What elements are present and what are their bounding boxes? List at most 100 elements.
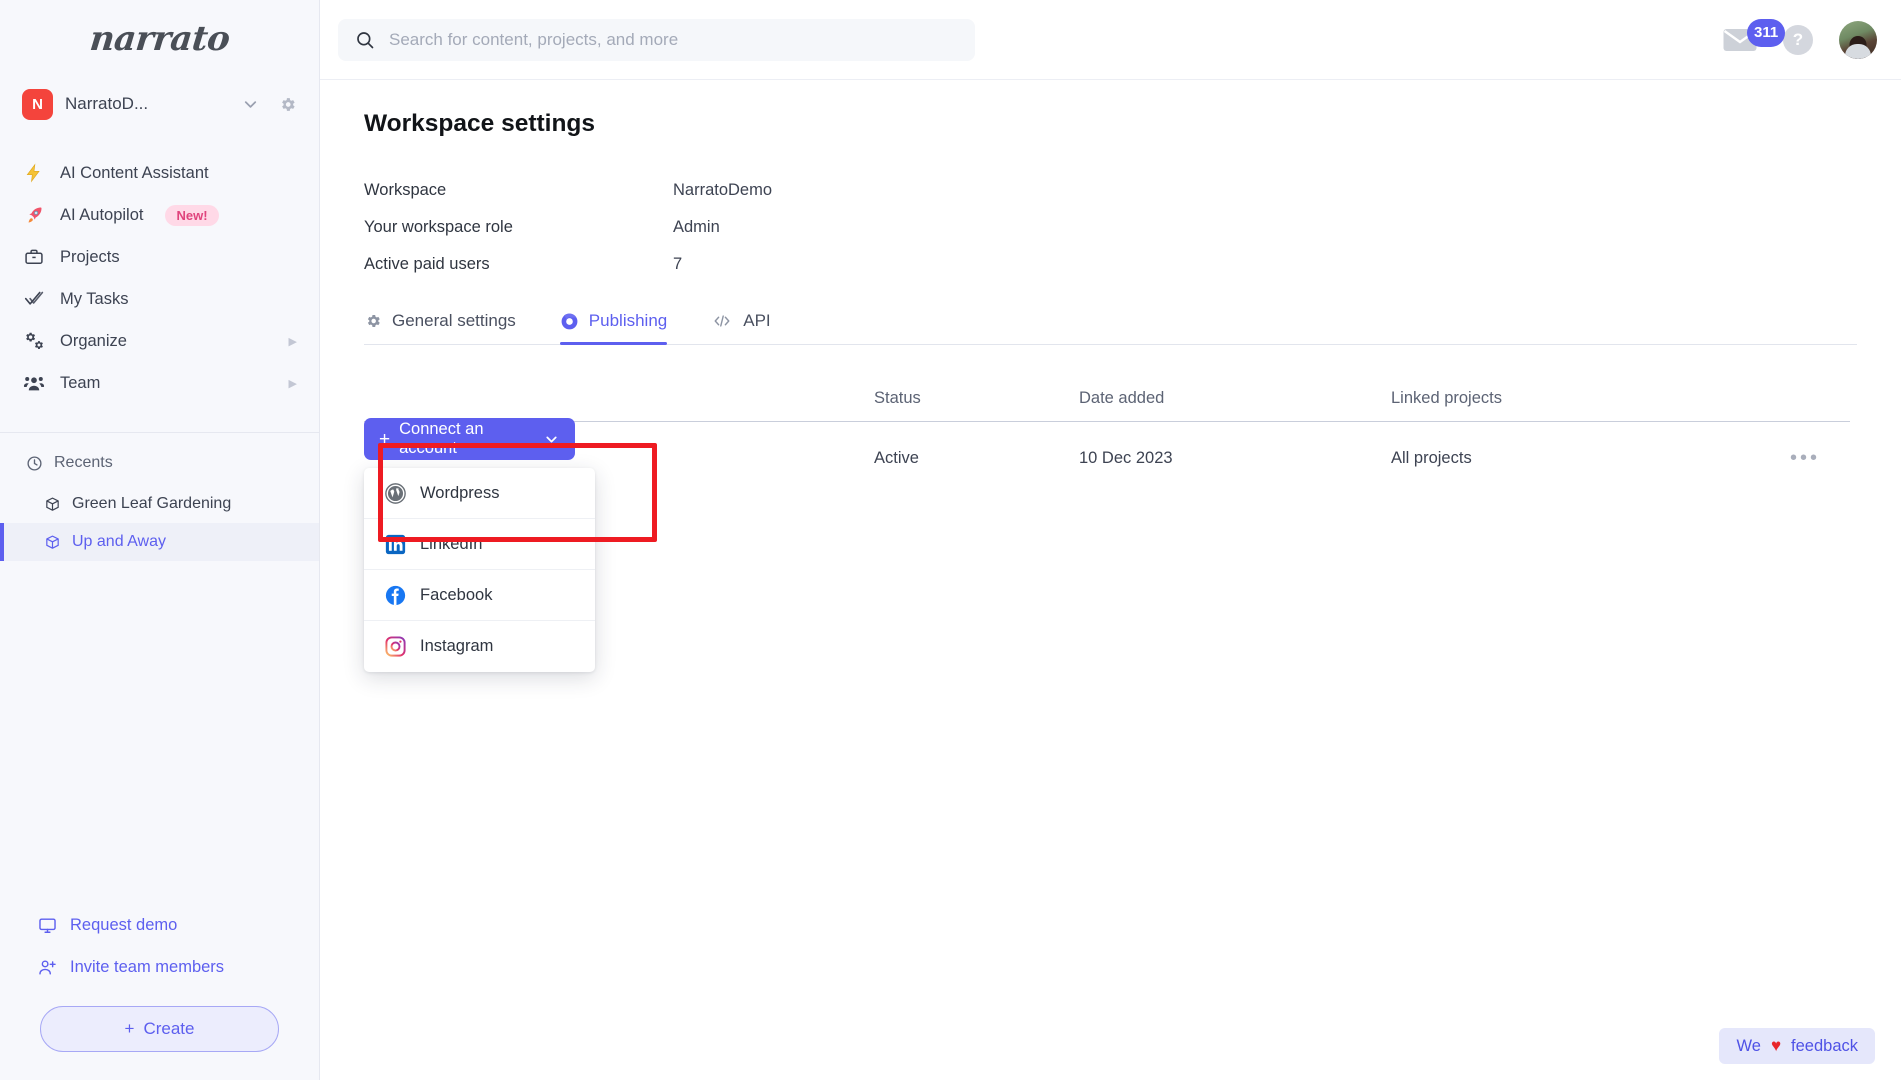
- linkedin-icon: [384, 533, 406, 555]
- brand-wordmark: narrato: [87, 19, 232, 59]
- recent-item-green-leaf-gardening[interactable]: Green Leaf Gardening: [0, 485, 319, 523]
- sidebar-item-ai-autopilot[interactable]: AI Autopilot New!: [0, 194, 319, 236]
- sidebar-item-team[interactable]: Team ▶: [0, 362, 319, 404]
- sidebar-nav: AI Content Assistant AI Autopilot New! P…: [0, 152, 319, 404]
- chevron-down-icon: [543, 431, 560, 448]
- sidebar-divider: [0, 432, 319, 433]
- sidebar-item-organize[interactable]: Organize ▶: [0, 320, 319, 362]
- sidebar-item-label: My Tasks: [60, 289, 129, 308]
- search-icon: [355, 30, 375, 50]
- topbar: Search for content, projects, and more 3…: [320, 0, 1901, 80]
- help-button[interactable]: ?: [1783, 24, 1813, 55]
- column-header-date-added: Date added: [1079, 388, 1165, 407]
- avatar[interactable]: [1839, 20, 1877, 59]
- connect-account-dropdown: Wordpress LinkedIn Facebook Instagram: [364, 468, 595, 672]
- tab-label: API: [743, 311, 771, 330]
- tab-api[interactable]: API: [711, 311, 792, 344]
- plus-icon: +: [124, 1019, 135, 1038]
- dropdown-item-linkedin[interactable]: LinkedIn: [364, 519, 595, 570]
- double-check-icon: [22, 289, 46, 310]
- info-value: Admin: [673, 218, 720, 236]
- create-button[interactable]: + Create: [40, 1006, 279, 1052]
- gear-icon[interactable]: [278, 95, 297, 114]
- feedback-prefix: We: [1736, 1036, 1761, 1055]
- connect-an-account-button[interactable]: + Connect an account: [364, 418, 575, 460]
- new-badge: New!: [165, 204, 219, 226]
- recent-item-label: Green Leaf Gardening: [72, 495, 232, 512]
- dropdown-item-wordpress[interactable]: Wordpress: [364, 468, 595, 519]
- table-header-row: Status Date added Linked projects: [364, 375, 1850, 422]
- request-demo-label: Request demo: [70, 915, 178, 934]
- settings-tabs: General settings Publishing API: [364, 311, 1857, 345]
- plus-icon: +: [379, 428, 391, 450]
- sidebar-item-label: AI Content Assistant: [60, 163, 209, 182]
- recent-item-label: Up and Away: [72, 533, 166, 550]
- column-header-status: Status: [874, 388, 921, 407]
- info-label: Active paid users: [364, 255, 490, 273]
- create-button-label: Create: [143, 1019, 195, 1038]
- sidebar: narrato N NarratoD... AI Content Assista…: [0, 0, 320, 1080]
- row-actions-button[interactable]: •••: [1790, 447, 1850, 470]
- app-root: narrato N NarratoD... AI Content Assista…: [0, 0, 1901, 1080]
- sidebar-footer: Request demo Invite team members + Creat…: [0, 904, 319, 1080]
- request-demo-link[interactable]: Request demo: [0, 904, 319, 946]
- cell-date-added: 10 Dec 2023: [1079, 448, 1173, 467]
- sidebar-item-label: Team: [60, 373, 101, 392]
- dropdown-item-label: Wordpress: [420, 483, 500, 502]
- page-content: Workspace settings Workspace NarratoDemo…: [320, 80, 1901, 672]
- recents-header: Recents: [0, 441, 319, 485]
- tab-label: General settings: [392, 311, 516, 330]
- sidebar-item-label: Projects: [60, 247, 120, 266]
- workspace-switcher[interactable]: N NarratoD...: [0, 78, 319, 130]
- cell-status: Active: [874, 448, 919, 467]
- info-label: Your workspace role: [364, 218, 513, 236]
- facebook-icon: [384, 584, 406, 606]
- gear-icon: [364, 312, 382, 330]
- dropdown-item-facebook[interactable]: Facebook: [364, 570, 595, 621]
- code-brackets-icon: [711, 312, 733, 330]
- sidebar-item-my-tasks[interactable]: My Tasks: [0, 278, 319, 320]
- briefcase-icon: [22, 247, 46, 267]
- notifications-button[interactable]: 311: [1723, 18, 1786, 53]
- monitor-icon: [38, 916, 57, 935]
- dropdown-item-instagram[interactable]: Instagram: [364, 621, 595, 672]
- feedback-button[interactable]: We ♥ feedback: [1719, 1028, 1875, 1064]
- recent-item-up-and-away[interactable]: Up and Away: [0, 523, 319, 561]
- info-row-active-paid-users: Active paid users 7: [364, 246, 1857, 283]
- chevron-right-icon: ▶: [288, 335, 297, 348]
- lightning-icon: [22, 163, 46, 183]
- instagram-icon: [384, 636, 406, 658]
- clock-icon: [26, 455, 43, 472]
- topbar-actions: 311 ?: [1723, 18, 1877, 59]
- more-horizontal-icon: •••: [1790, 446, 1821, 469]
- info-value: 7: [673, 255, 683, 273]
- tab-publishing[interactable]: Publishing: [559, 311, 689, 345]
- info-label: Workspace: [364, 181, 447, 199]
- workspace-avatar: N: [22, 88, 53, 120]
- tab-general-settings[interactable]: General settings: [364, 311, 538, 344]
- invite-team-members-link[interactable]: Invite team members: [0, 946, 319, 988]
- notification-count-badge: 311: [1747, 18, 1786, 47]
- connect-button-label: Connect an account: [399, 420, 484, 457]
- chevron-right-icon: ▶: [288, 377, 297, 390]
- wordpress-icon: [384, 482, 406, 504]
- dropdown-item-label: Facebook: [420, 585, 493, 604]
- chevron-down-icon[interactable]: [241, 95, 260, 114]
- main-area: Search for content, projects, and more 3…: [320, 0, 1901, 1080]
- dropdown-item-label: LinkedIn: [420, 534, 483, 553]
- people-icon: [22, 372, 46, 394]
- dropdown-item-label: Instagram: [420, 637, 494, 655]
- search-input[interactable]: Search for content, projects, and more: [338, 18, 975, 61]
- brand-logo[interactable]: narrato: [0, 0, 319, 78]
- sidebar-item-label: Organize: [60, 331, 127, 350]
- search-placeholder: Search for content, projects, and more: [389, 29, 679, 49]
- sidebar-item-projects[interactable]: Projects: [0, 236, 319, 278]
- page-title: Workspace settings: [364, 110, 596, 137]
- recents-label: Recents: [54, 454, 113, 471]
- info-value: NarratoDemo: [673, 181, 773, 199]
- heart-icon: ♥: [1770, 1036, 1782, 1055]
- cogs-icon: [22, 331, 46, 352]
- feedback-suffix: feedback: [1791, 1036, 1858, 1055]
- sidebar-item-ai-content-assistant[interactable]: AI Content Assistant: [0, 152, 319, 194]
- connect-account-menu: + Connect an account Wordpress LinkedIn …: [364, 418, 657, 672]
